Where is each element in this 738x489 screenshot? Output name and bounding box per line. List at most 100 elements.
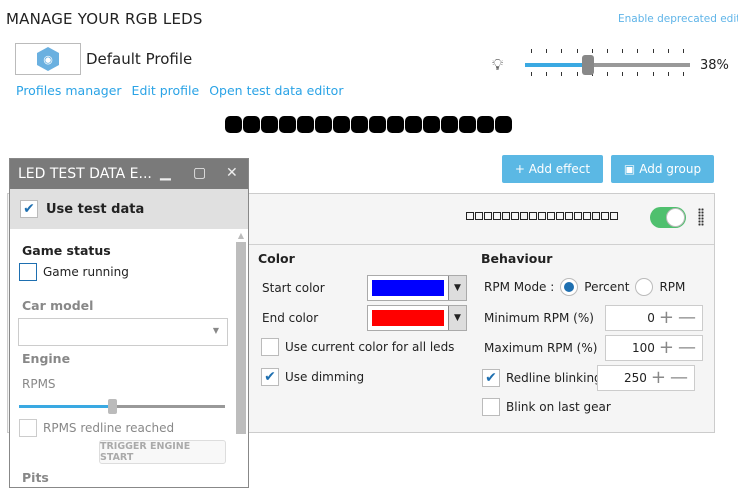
plus-icon[interactable]: + (659, 339, 674, 357)
group-icon: ▣ (623, 162, 636, 176)
led (225, 116, 242, 133)
led-slot (538, 212, 546, 220)
led-slot (574, 212, 582, 220)
brightness-value: 38% (700, 58, 729, 73)
led (261, 116, 278, 133)
trigger-engine-start-button[interactable]: TRIGGER ENGINE START (99, 440, 226, 464)
led (243, 116, 260, 133)
led-slot (592, 212, 600, 220)
rpm-mode-percent-radio[interactable] (560, 278, 579, 296)
page-title: MANAGE YOUR RGB LEDS (6, 10, 203, 28)
color-heading: Color (258, 251, 295, 266)
use-dimming-label: Use dimming (285, 370, 365, 384)
end-color-picker[interactable]: ▼ (367, 305, 467, 331)
led (387, 116, 404, 133)
end-color-label: End color (262, 311, 319, 325)
redline-blinking-value: 250 (624, 371, 647, 385)
brightness-slider-thumb[interactable] (581, 55, 594, 75)
use-test-data-label: Use test data (46, 201, 145, 217)
engine-heading: Engine (22, 351, 71, 366)
blink-last-gear-checkbox[interactable] (482, 398, 500, 416)
led-slot (610, 212, 618, 220)
use-test-data-checkbox[interactable]: ✔ (20, 200, 38, 218)
led-slot (466, 212, 474, 220)
use-current-color-label: Use current color for all leds (285, 340, 455, 354)
game-status-heading: Game status (22, 243, 111, 258)
add-group-button[interactable]: ▣ Add group (611, 155, 714, 183)
led-slot (601, 212, 609, 220)
profile-icon-box[interactable]: ◉ (15, 43, 81, 75)
led (297, 116, 314, 133)
minimum-rpm-stepper[interactable]: 0 + — (605, 305, 703, 331)
open-test-data-editor-link[interactable]: Open test data editor (209, 83, 343, 98)
dialog-scrollbar[interactable]: ▲ (236, 231, 246, 489)
led-slot (556, 212, 564, 220)
maximize-icon[interactable]: ▢ (193, 165, 206, 181)
add-effect-button[interactable]: + Add effect (502, 155, 603, 183)
led-slot (484, 212, 492, 220)
use-current-color-checkbox[interactable] (261, 338, 279, 356)
chevron-down-icon: ▼ (448, 276, 466, 300)
led-slot (565, 212, 573, 220)
chevron-down-icon: ▼ (448, 306, 466, 330)
rpm-mode-rpm-radio[interactable] (635, 278, 654, 296)
percent-label: Percent (584, 280, 630, 294)
effect-enabled-toggle[interactable] (650, 207, 686, 228)
start-color-label: Start color (262, 281, 325, 295)
game-running-checkbox[interactable] (19, 263, 37, 281)
brightness-slider[interactable] (525, 45, 690, 77)
minus-icon[interactable]: — (678, 339, 696, 357)
rpms-redline-label: RPMS redline reached (43, 421, 175, 435)
profile-name: Default Profile (86, 50, 193, 68)
chevron-down-icon: ▼ (212, 326, 219, 335)
minus-icon[interactable]: — (678, 309, 696, 327)
led-slot (529, 212, 537, 220)
enable-deprecated-editor-link[interactable]: Enable deprecated editor (618, 13, 738, 25)
maximum-rpm-label: Maximum RPM (%) (484, 341, 598, 355)
profiles-manager-link[interactable]: Profiles manager (16, 83, 122, 98)
plus-icon[interactable]: + (659, 309, 674, 327)
dialog-title: LED TEST DATA E... (18, 166, 152, 182)
rpms-slider[interactable] (19, 399, 225, 414)
led (477, 116, 494, 133)
drag-handle-icon[interactable] (698, 208, 704, 226)
minimum-rpm-label: Minimum RPM (%) (484, 311, 594, 325)
redline-blinking-checkbox[interactable]: ✔ (482, 369, 500, 387)
led-slot (475, 212, 483, 220)
led-slot (547, 212, 555, 220)
led (441, 116, 458, 133)
led (405, 116, 422, 133)
led (369, 116, 386, 133)
redline-blinking-stepper[interactable]: 250 + — (597, 365, 695, 391)
maximum-rpm-stepper[interactable]: 100 + — (605, 335, 703, 361)
maximum-rpm-value: 100 (632, 341, 655, 355)
led (333, 116, 350, 133)
led (351, 116, 368, 133)
edit-profile-link[interactable]: Edit profile (132, 83, 200, 98)
redline-blinking-label: Redline blinking (ms) (506, 371, 597, 385)
start-color-picker[interactable]: ▼ (367, 275, 467, 301)
scroll-up-icon[interactable]: ▲ (236, 231, 246, 240)
minimize-icon[interactable]: ▁ (160, 165, 171, 181)
rpms-redline-checkbox[interactable] (19, 419, 37, 437)
rpm-mode-label: RPM Mode : (484, 280, 555, 294)
led (315, 116, 332, 133)
minimum-rpm-value: 0 (647, 311, 655, 325)
car-model-heading: Car model (22, 298, 94, 313)
led-slot (502, 212, 510, 220)
led-test-data-editor-dialog: LED TEST DATA E... ▁ ▢ ✕ ✔ Use test data … (9, 158, 249, 488)
plus-icon[interactable]: + (651, 369, 666, 387)
led (279, 116, 296, 133)
add-group-label: Add group (639, 162, 702, 176)
led-slot (511, 212, 519, 220)
led (423, 116, 440, 133)
car-model-select[interactable]: ▼ (18, 318, 228, 346)
rpms-slider-thumb[interactable] (107, 399, 117, 414)
close-icon[interactable]: ✕ (226, 165, 238, 181)
use-dimming-checkbox[interactable]: ✔ (261, 368, 279, 386)
rpm-label: RPM (659, 280, 686, 294)
game-running-label: Game running (43, 265, 129, 279)
lightbulb-icon: 💡︎ (492, 55, 504, 74)
led (459, 116, 476, 133)
minus-icon[interactable]: — (670, 369, 688, 387)
